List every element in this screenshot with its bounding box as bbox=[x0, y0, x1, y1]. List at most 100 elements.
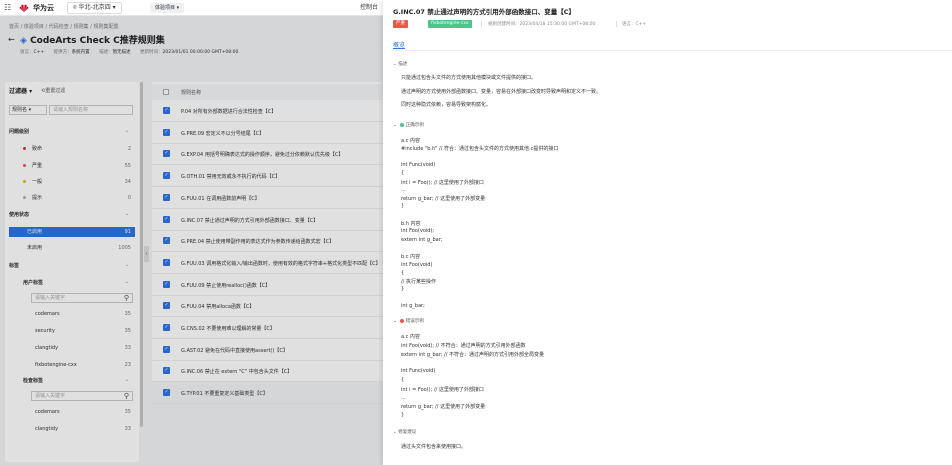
wrong-example-section-title[interactable]: ⌄ 错误示例 bbox=[393, 318, 424, 324]
project-selector[interactable]: 体验项目 ▾ bbox=[150, 3, 185, 13]
search-icon[interactable]: ⚲ bbox=[124, 392, 129, 400]
table-row[interactable]: ✓ G.AST.02 避免在代码中直接使用assert()【C】 bbox=[152, 339, 383, 361]
rule-name[interactable]: G.FUU.04 禁用alloca函数【C】 bbox=[181, 303, 254, 310]
rule-name[interactable]: G.CNS.02 不要使用难以理解的常量【C】 bbox=[181, 325, 275, 332]
brand-name[interactable]: 华为云 bbox=[33, 3, 54, 13]
tag-count: 35 bbox=[124, 311, 131, 317]
rule-name[interactable]: G.OTH.01 禁用无效或永不执行的代码【C】 bbox=[181, 173, 280, 180]
chevron-down-icon[interactable]: ⌄ bbox=[125, 279, 129, 285]
chevron-down-icon[interactable]: ⌄ bbox=[125, 128, 129, 134]
status-disabled[interactable]: 未启用 1005 bbox=[9, 243, 135, 253]
row-checkbox[interactable]: ✓ bbox=[163, 280, 170, 288]
description-section-title[interactable]: ⌄ 描述 bbox=[393, 61, 407, 67]
user-tag-item[interactable]: security 35 bbox=[35, 326, 133, 336]
row-checkbox[interactable]: ✓ bbox=[163, 193, 170, 201]
correct-example-section-title[interactable]: ⌄ 正确示例 bbox=[393, 122, 424, 128]
status-section-title[interactable]: 使用状态 bbox=[9, 211, 29, 218]
chevron-down-icon: ▾ bbox=[29, 88, 33, 95]
table-row[interactable]: ✓ G.FUU.04 禁用alloca函数【C】 bbox=[152, 295, 383, 318]
rule-name[interactable]: G.INC.06 禁止在 extern "C" 中包含头文件【C】 bbox=[181, 368, 292, 375]
table-row[interactable]: ✓ G.INC.07 禁止通过声明的方式引用外部函数接口、变量【C】 bbox=[152, 209, 383, 231]
check-tags-title[interactable]: 检查标签 bbox=[23, 377, 43, 384]
table-row[interactable]: ✓ G.INC.06 禁止在 extern "C" 中包含头文件【C】 bbox=[152, 360, 383, 383]
row-checkbox[interactable]: ✓ bbox=[163, 128, 170, 136]
check-tag-item[interactable]: clangtidy 33 bbox=[35, 424, 133, 434]
filter-field-value: 规则名 bbox=[12, 107, 28, 113]
chevron-down-icon: ▾ bbox=[28, 107, 32, 113]
chevron-down-icon[interactable]: ⌄ bbox=[125, 262, 129, 268]
search-icon[interactable]: ⚲ bbox=[124, 294, 129, 302]
breadcrumb[interactable]: 首页 / 体验项目 / 代码检查 / 规则集 / 规则集配置 bbox=[9, 23, 118, 30]
rule-name[interactable]: G.TYP.01 不要重复定义基础类型【C】 bbox=[181, 390, 268, 397]
table-row[interactable]: ✓ G.TYP.01 不要重复定义基础类型【C】 bbox=[152, 382, 383, 405]
severity-hint[interactable]: 提示 0 bbox=[9, 193, 135, 203]
severity-normal[interactable]: 一般 34 bbox=[9, 177, 135, 187]
content-line: b.h 内容 bbox=[401, 221, 421, 227]
row-checkbox[interactable]: ✓ bbox=[163, 150, 170, 158]
user-tag-item[interactable]: clangtidy 33 bbox=[35, 343, 133, 353]
table-row[interactable]: ✓ G.FUU.01 在调用函数前声明【C】 bbox=[152, 187, 383, 209]
region-selector[interactable]: ⌾ 华北-北京四 ▾ bbox=[67, 2, 122, 14]
chevron-down-icon[interactable]: ⌄ bbox=[125, 211, 129, 217]
table-row[interactable]: ✓ G.FUU.03 调用格式化输入/输出函数时，使用有效的格式字符串+格式化类型… bbox=[152, 252, 383, 274]
status-enabled[interactable]: 已启用 91 bbox=[9, 227, 135, 237]
rule-name[interactable]: G.FUU.03 调用格式化输入/输出函数时，使用有效的格式字符串+格式化类型不… bbox=[181, 260, 381, 267]
filter-field-select[interactable]: 规则名 ▾ bbox=[9, 105, 47, 115]
user-tags-title[interactable]: 用户标签 bbox=[23, 279, 43, 286]
severity-dot-icon bbox=[23, 180, 26, 183]
collapse-panel-handle[interactable]: ‹ bbox=[144, 246, 149, 262]
row-checkbox[interactable]: ✓ bbox=[163, 302, 170, 310]
table-row[interactable]: ✓ G.PRE.04 禁止使用带副作用的表达式作为参数传递给函数式宏【C】 bbox=[152, 230, 383, 253]
severity-label: 致命 bbox=[32, 146, 43, 152]
filter-scrollbar[interactable] bbox=[140, 82, 143, 427]
severity-fatal[interactable]: 致命 2 bbox=[9, 144, 135, 154]
rule-name[interactable]: G.INC.07 禁止通过声明的方式引用外部函数接口、变量【C】 bbox=[181, 217, 318, 224]
row-checkbox[interactable]: ✓ bbox=[163, 345, 170, 353]
tags-section-title[interactable]: 标签 bbox=[9, 262, 19, 269]
content-line: } bbox=[401, 412, 405, 419]
back-arrow-icon[interactable]: ← bbox=[8, 35, 15, 44]
content-line: a.c 内容 bbox=[401, 138, 420, 144]
table-row[interactable]: ✓ G.EXP.04 用括号明确表达式的操作顺序，避免过分依赖默认优先级【C】 bbox=[152, 143, 383, 166]
row-checkbox[interactable]: ✓ bbox=[163, 172, 170, 180]
table-row[interactable]: ✓ P.04 对所有外部数据进行合法性检查【C】 bbox=[152, 100, 383, 122]
rule-name[interactable]: P.04 对所有外部数据进行合法性检查【C】 bbox=[181, 108, 276, 115]
rule-name[interactable]: G.FUU.01 在调用函数前声明【C】 bbox=[181, 195, 260, 202]
row-checkbox[interactable]: ✓ bbox=[163, 215, 170, 223]
fix-suggestion-section-title[interactable]: ⌄ 修复建议 bbox=[393, 429, 416, 435]
table-row[interactable]: ✓ G.OTH.01 禁用无效或永不执行的代码【C】 bbox=[152, 165, 383, 188]
rule-name[interactable]: G.EXP.04 用括号明确表达式的操作顺序，避免过分依赖默认优先级【C】 bbox=[181, 151, 343, 158]
row-checkbox[interactable]: ✓ bbox=[163, 237, 170, 245]
row-checkbox[interactable]: ✓ bbox=[163, 389, 170, 397]
reset-filter-button[interactable]: ⟲重置过滤 bbox=[41, 87, 65, 94]
severity-count: 0 bbox=[127, 195, 131, 201]
severity-label: 一般 bbox=[32, 179, 43, 185]
user-tag-item[interactable]: fixbotengine-cxx 23 bbox=[35, 360, 133, 370]
row-checkbox[interactable]: ✓ bbox=[163, 258, 170, 266]
check-tag-item[interactable]: codemars 35 bbox=[35, 407, 133, 417]
severity-section-title[interactable]: 问题级别 bbox=[9, 128, 29, 135]
row-checkbox[interactable]: ✓ bbox=[163, 107, 170, 114]
rule-name[interactable]: G.FUU.09 禁止使用realloc()函数【C】 bbox=[181, 282, 270, 289]
content-line: 通过头文件包含来使用接口。 bbox=[401, 444, 467, 450]
app-grid-icon[interactable]: ☷ bbox=[4, 4, 12, 12]
user-tag-item[interactable]: codemars 35 bbox=[35, 309, 133, 319]
severity-severe[interactable]: 严重 55 bbox=[9, 161, 135, 171]
content-line: { bbox=[401, 170, 405, 177]
rule-name[interactable]: G.PRE.09 宏定义不以分号结尾【C】 bbox=[181, 130, 264, 137]
severity-dot-icon bbox=[23, 196, 26, 199]
table-row[interactable]: ✓ G.PRE.09 宏定义不以分号结尾【C】 bbox=[152, 122, 383, 144]
chevron-down-icon[interactable]: ⌄ bbox=[125, 377, 129, 383]
console-link[interactable]: 控制台 bbox=[360, 3, 378, 13]
rule-name-input[interactable]: 请输入规则名称 bbox=[49, 105, 133, 115]
user-tag-search-input[interactable]: 请输入关键字 ⚲ bbox=[31, 293, 133, 303]
select-all-checkbox[interactable] bbox=[163, 89, 169, 95]
check-tag-search-input[interactable]: 请输入关键字 ⚲ bbox=[31, 391, 133, 401]
row-checkbox[interactable]: ✓ bbox=[163, 324, 170, 331]
row-checkbox[interactable]: ✓ bbox=[163, 367, 170, 375]
rule-name[interactable]: G.PRE.04 禁止使用带副作用的表达式作为参数传递给函数式宏【C】 bbox=[181, 238, 334, 245]
table-row[interactable]: ✓ G.CNS.02 不要使用难以理解的常量【C】 bbox=[152, 317, 383, 339]
rule-name[interactable]: G.AST.02 避免在代码中直接使用assert()【C】 bbox=[181, 347, 288, 354]
table-row[interactable]: ✓ G.FUU.09 禁止使用realloc()函数【C】 bbox=[152, 274, 383, 296]
section-title-text: 描述 bbox=[398, 62, 408, 67]
